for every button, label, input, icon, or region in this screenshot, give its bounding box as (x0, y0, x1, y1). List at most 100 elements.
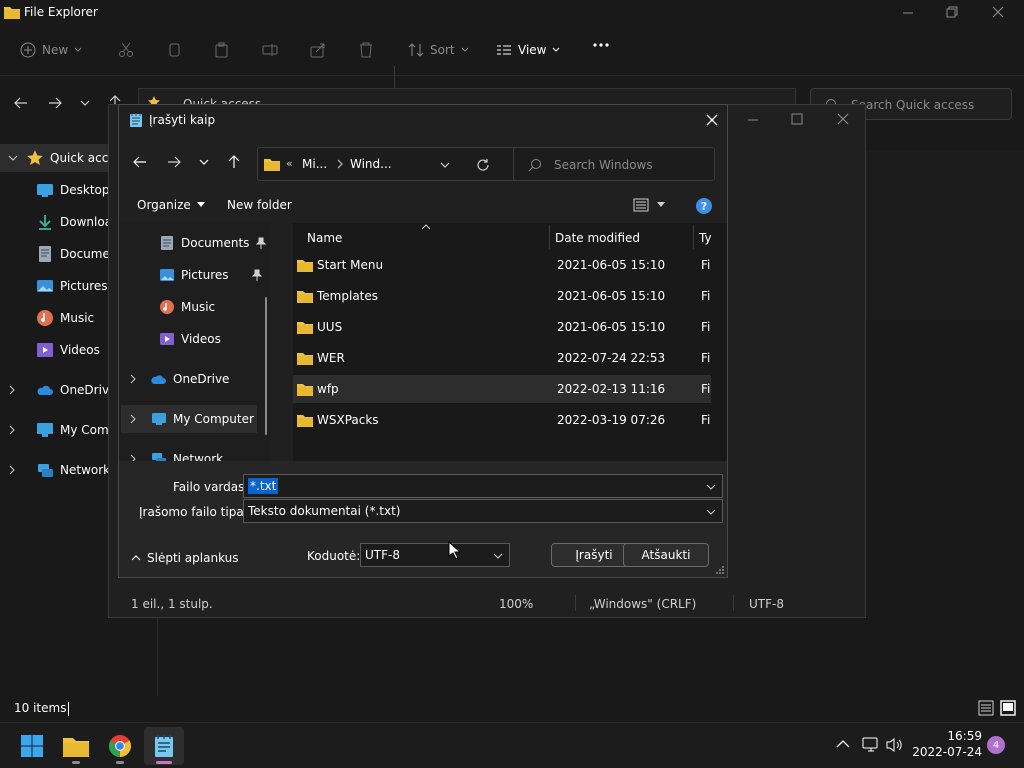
star-icon (27, 150, 43, 165)
table-row[interactable]: wfp 2022-02-13 11:16 Fi (293, 375, 711, 403)
table-row[interactable]: WER 2022-07-24 22:53 Fi (293, 344, 711, 372)
file-name: UUS (317, 320, 343, 334)
cancel-button[interactable]: Atšaukti (623, 543, 709, 567)
close-icon[interactable] (837, 113, 849, 125)
chevron-down-icon (553, 47, 560, 52)
dlg-nav-music-label: Music (181, 300, 216, 314)
dlg-nav-videos[interactable]: Videos (159, 325, 221, 353)
back-arrow-icon[interactable] (14, 96, 28, 110)
recent-chevron-icon[interactable] (199, 157, 209, 167)
chevron-down-icon[interactable] (440, 160, 450, 170)
encoding-label: Koduotė: (307, 549, 361, 563)
cloud-icon (151, 375, 166, 384)
notification-badge[interactable]: 4 (987, 736, 1005, 754)
running-indicator (116, 761, 124, 764)
start-button[interactable] (12, 727, 52, 765)
taskbar-chrome[interactable] (100, 727, 140, 765)
folder-icon (63, 738, 89, 757)
filetype-value: Teksto dokumentai (*.txt) (248, 504, 401, 518)
chrome-icon (109, 735, 131, 757)
hide-folders-button[interactable]: Slėpti aplankus (131, 551, 239, 565)
share-icon[interactable] (310, 42, 326, 58)
filetype-select[interactable]: Teksto dokumentai (*.txt) (243, 499, 723, 523)
network-status-icon[interactable] (862, 737, 880, 753)
dlg-nav-my-computer-label: My Computer (173, 412, 254, 426)
dlg-nav-music[interactable]: Music (159, 293, 215, 321)
chevron-right-icon (130, 414, 136, 424)
more-options-icon[interactable] (592, 42, 610, 48)
table-row[interactable]: Templates 2021-06-05 15:10 Fi (293, 282, 711, 310)
file-date: 2021-06-05 15:10 (557, 258, 666, 272)
taskbar-file-explorer[interactable] (56, 727, 96, 765)
chevron-right-icon (130, 374, 136, 384)
mouse-cursor-icon (448, 541, 460, 559)
cursor-position: 1 eil., 1 stulp. (131, 597, 213, 611)
resize-grip-icon[interactable] (715, 565, 725, 575)
rename-icon[interactable] (262, 42, 278, 58)
file-date: 2022-02-13 11:16 (557, 382, 666, 396)
file-name: wfp (317, 382, 339, 396)
view-button[interactable]: View (496, 42, 560, 58)
delete-icon[interactable] (358, 42, 374, 58)
sort-button[interactable]: Sort (408, 42, 469, 58)
folder-icon (297, 291, 313, 303)
chevron-down-icon[interactable] (706, 483, 716, 491)
filename-input[interactable]: *.txt (243, 474, 723, 498)
dlg-nav-pictures[interactable]: Pictures (159, 261, 269, 289)
table-row-partial[interactable] (293, 237, 711, 251)
change-view-button[interactable] (633, 197, 665, 213)
sort-icon (408, 43, 424, 57)
dialog-search-box[interactable]: Search Windows (513, 147, 715, 181)
separator (733, 595, 734, 611)
maximize-icon[interactable] (791, 113, 803, 125)
organize-button[interactable]: Organize (137, 198, 205, 212)
table-row[interactable]: WSXPacks 2022-03-19 07:26 Fi (293, 406, 711, 434)
dlg-nav-my-computer[interactable]: My Computer (121, 405, 257, 433)
dlg-nav-onedrive[interactable]: OneDrive (129, 365, 229, 393)
file-name: Templates (317, 289, 379, 303)
zoom-level: 100% (499, 597, 534, 611)
clock-time[interactable]: 16:59 (928, 729, 982, 743)
minimize-icon[interactable] (902, 6, 914, 18)
table-row[interactable]: Start Menu 2021-06-05 15:10 Fi (293, 251, 711, 279)
file-type: Fi (701, 382, 711, 396)
desktop-icon (37, 184, 53, 197)
cut-icon[interactable] (118, 42, 134, 58)
forward-arrow-icon[interactable] (167, 155, 181, 169)
back-arrow-icon[interactable] (133, 155, 147, 169)
recent-chevron-icon[interactable] (80, 98, 90, 108)
windows-logo-icon (21, 735, 43, 757)
plus-circle-icon (20, 42, 36, 58)
encoding-select[interactable]: UTF-8 (360, 543, 510, 567)
tiles-view-icon[interactable] (1000, 700, 1016, 716)
taskbar-notepad[interactable] (144, 727, 184, 765)
forward-arrow-icon[interactable] (48, 96, 62, 110)
restore-icon[interactable] (946, 6, 958, 18)
path-segment-1[interactable]: Mi... (302, 157, 327, 171)
dlg-nav-documents[interactable]: Documents (159, 229, 269, 257)
chevron-right-icon (9, 465, 15, 475)
organize-label: Organize (137, 198, 191, 212)
details-view-icon[interactable] (978, 700, 994, 716)
refresh-icon[interactable] (476, 158, 490, 172)
chevron-up-icon[interactable] (836, 739, 850, 749)
videos-icon (37, 343, 53, 357)
document-icon (161, 236, 173, 250)
up-arrow-icon[interactable] (227, 155, 241, 169)
table-row[interactable]: UUS 2021-06-05 15:10 Fi (293, 313, 711, 341)
help-icon[interactable]: ? (695, 197, 713, 215)
close-icon[interactable] (705, 113, 719, 127)
new-button[interactable]: New (20, 42, 82, 58)
close-icon[interactable] (992, 6, 1004, 18)
overflow-chevrons[interactable]: « (286, 157, 293, 170)
clock-date[interactable]: 2022-07-24 (908, 745, 982, 759)
paste-icon[interactable] (214, 42, 230, 58)
new-folder-button[interactable]: New folder (227, 198, 292, 212)
copy-icon[interactable] (166, 42, 182, 58)
notepad-status-bar: 1 eil., 1 stulp. 100% „Windows" (CRLF) U… (109, 593, 865, 617)
path-segment-2[interactable]: Wind... (350, 157, 392, 171)
nav-scrollbar[interactable] (265, 297, 267, 435)
minimize-icon[interactable] (747, 113, 759, 125)
line-ending: „Windows" (CRLF) (589, 597, 697, 611)
volume-icon[interactable] (886, 737, 904, 753)
